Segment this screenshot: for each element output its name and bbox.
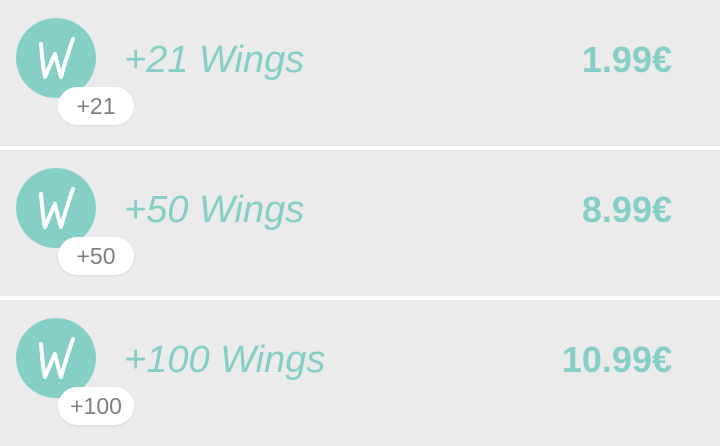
product-icon-group: +100 (16, 318, 136, 428)
product-price: 1.99€ (581, 39, 672, 80)
list-item-21-wings[interactable]: +21 +21 Wings 1.99€ (0, 0, 720, 146)
wings-w-logo-icon (16, 318, 96, 398)
product-title: +21 Wings (124, 39, 305, 81)
product-price: 8.99€ (581, 189, 672, 230)
product-icon-group: +21 (16, 18, 136, 128)
wings-product-list: +21 +21 Wings 1.99€ +50 +50 Wings 8.99€ … (0, 0, 720, 446)
wings-count-badge: +21 (58, 87, 134, 125)
product-title: +50 Wings (124, 189, 305, 231)
product-title: +100 Wings (124, 339, 326, 381)
wings-count-badge: +50 (58, 237, 134, 275)
product-price: 10.99€ (561, 339, 672, 380)
wings-w-logo-icon (16, 168, 96, 248)
list-item-50-wings[interactable]: +50 +50 Wings 8.99€ (0, 150, 720, 296)
wings-w-logo-icon (16, 18, 96, 98)
wings-count-badge: +100 (58, 387, 134, 425)
product-icon-group: +50 (16, 168, 136, 278)
list-item-100-wings[interactable]: +100 +100 Wings 10.99€ (0, 300, 720, 446)
